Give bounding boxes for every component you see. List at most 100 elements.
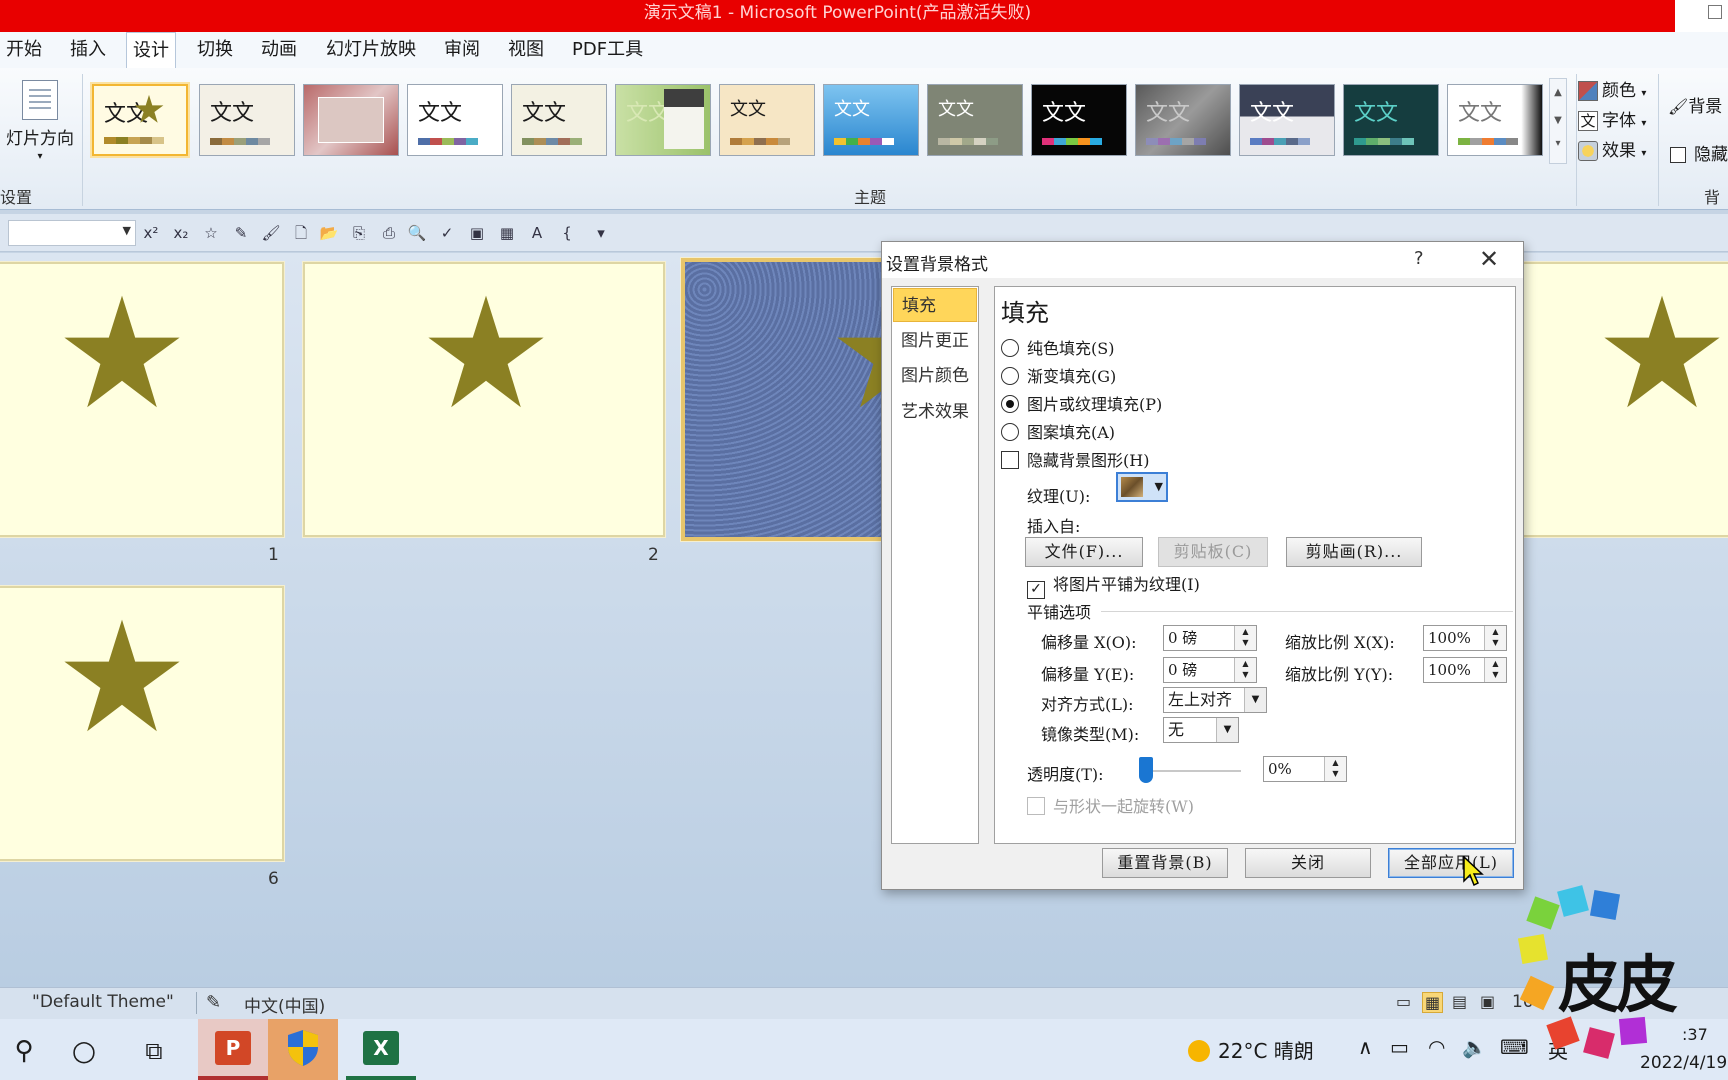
nav-picture-color[interactable]: 图片颜色 <box>893 359 977 393</box>
help-icon[interactable]: ? <box>1414 248 1424 269</box>
new-document-icon[interactable]: 🗋 <box>290 222 312 244</box>
nav-artistic-effects[interactable]: 艺术效果 <box>893 395 977 429</box>
solid-fill-option[interactable]: 纯色填充(S) <box>1001 335 1114 359</box>
tab-pdf-tools[interactable]: PDF工具 <box>566 32 649 70</box>
scale-y-stepper[interactable]: 100% ▲ ▼ <box>1423 657 1507 683</box>
picture-fill-option[interactable]: 图片或纹理填充(P) <box>1001 391 1162 415</box>
tab-animations[interactable]: 动画 <box>255 32 303 70</box>
theme-thumb-1[interactable]: 文文 <box>92 84 188 156</box>
stepper-arrows[interactable]: ▲ ▼ <box>1324 757 1346 781</box>
transparency-slider-track[interactable] <box>1143 770 1241 772</box>
slide-sorter-view-icon[interactable]: ▦ <box>1422 992 1444 1013</box>
theme-thumb-14[interactable]: 文文 <box>1447 84 1543 156</box>
hide-background-graphics-option[interactable]: 隐藏背景图形(H) <box>1001 447 1149 471</box>
stepper-arrows[interactable]: ▲ ▼ <box>1484 658 1506 682</box>
taskbar-powerpoint[interactable]: P <box>198 1019 268 1080</box>
task-view-icon[interactable]: ⧉ <box>130 1027 178 1075</box>
tab-transitions[interactable]: 切换 <box>191 32 239 70</box>
restore-icon[interactable] <box>1708 5 1722 19</box>
slide-thumbnail-6[interactable] <box>0 586 284 861</box>
transparency-slider-thumb[interactable] <box>1139 757 1153 783</box>
search-icon[interactable]: ⚲ <box>0 1027 48 1075</box>
tile-as-texture-option[interactable]: ✓ 将图片平铺为纹理(I) <box>1027 571 1200 599</box>
customize-toolbar-icon[interactable]: ▾ <box>590 222 612 244</box>
theme-thumb-2[interactable]: 文文 <box>199 84 295 156</box>
spell-check-icon[interactable]: ✓ <box>436 222 458 244</box>
cortana-icon[interactable]: ○ <box>60 1027 108 1075</box>
weather-widget[interactable]: 22°C 晴朗 <box>1188 1035 1314 1064</box>
hide-graphics-checkbox[interactable] <box>1001 451 1019 469</box>
subscript-icon[interactable]: x₂ <box>170 222 192 244</box>
gallery-more-icon[interactable]: ▾ <box>1550 135 1566 153</box>
stepper-arrows[interactable]: ▲ ▼ <box>1234 658 1256 682</box>
tab-review[interactable]: 审阅 <box>438 32 486 70</box>
format-painter-icon[interactable]: 🖌 <box>260 222 282 244</box>
volume-icon[interactable]: 🔈 <box>1462 1035 1487 1059</box>
open-folder-icon[interactable]: 📂 <box>318 222 340 244</box>
shape-star-icon[interactable]: ☆ <box>200 222 222 244</box>
background-styles-button[interactable]: 🖌背景 <box>1668 92 1722 117</box>
reset-background-button[interactable]: 重置背景(B) <box>1102 848 1228 878</box>
slide-thumbnail-2[interactable] <box>303 262 665 537</box>
transparency-stepper[interactable]: 0% ▲ ▼ <box>1263 756 1347 782</box>
wifi-icon[interactable]: ◠ <box>1428 1035 1445 1059</box>
superscript-icon[interactable]: x² <box>140 222 162 244</box>
brace-icon[interactable]: { <box>556 222 578 244</box>
taskbar-excel[interactable]: X <box>346 1019 416 1080</box>
theme-thumb-11[interactable]: 文文 <box>1135 84 1231 156</box>
font-size-combo[interactable]: ▼ <box>8 220 136 246</box>
texture-picker[interactable]: ▼ <box>1116 472 1168 502</box>
colors-button[interactable]: 颜色 ▾ <box>1578 76 1646 101</box>
textbox-icon[interactable]: A <box>526 222 548 244</box>
fonts-button[interactable]: 文字体 ▾ <box>1578 106 1646 131</box>
gallery-scroll[interactable]: ▲ ▼ ▾ <box>1549 78 1567 164</box>
reading-view-icon[interactable]: ▤ <box>1452 992 1467 1011</box>
theme-thumb-6[interactable]: 文文 <box>615 84 711 156</box>
insert-picture-icon[interactable]: ▦ <box>496 222 518 244</box>
alignment-select[interactable]: 左上对齐 ▼ <box>1163 687 1267 713</box>
theme-thumb-7[interactable]: 文文 <box>719 84 815 156</box>
theme-thumb-5[interactable]: 文文 <box>511 84 607 156</box>
proofing-icon[interactable]: ✎ <box>206 992 221 1013</box>
tab-design[interactable]: 设计 <box>126 32 176 70</box>
radio-pattern[interactable] <box>1001 423 1019 441</box>
stepper-arrows[interactable]: ▲ ▼ <box>1484 626 1506 650</box>
theme-thumb-12[interactable]: 文文 <box>1239 84 1335 156</box>
effects-button[interactable]: 效果 ▾ <box>1578 136 1646 161</box>
copy-icon[interactable]: ⎘ <box>348 222 370 244</box>
slide-thumbnail-5[interactable] <box>1522 262 1728 537</box>
theme-thumb-13[interactable]: 文文 <box>1343 84 1439 156</box>
nav-picture-corrections[interactable]: 图片更正 <box>893 324 977 358</box>
tab-home[interactable]: 开始 <box>0 32 48 70</box>
apply-to-all-button[interactable]: 全部应用(L) <box>1388 848 1514 878</box>
hide-background-graphics[interactable]: 隐藏 <box>1670 140 1728 165</box>
theme-thumb-3[interactable] <box>303 84 399 156</box>
scale-x-stepper[interactable]: 100% ▲ ▼ <box>1423 625 1507 651</box>
status-theme[interactable]: "Default Theme" <box>32 992 174 1012</box>
close-button[interactable]: 关闭 <box>1245 848 1371 878</box>
nav-fill[interactable]: 填充 <box>893 288 977 322</box>
theme-thumb-4[interactable]: 文文 <box>407 84 503 156</box>
theme-thumb-9[interactable]: 文文 <box>927 84 1023 156</box>
pattern-fill-option[interactable]: 图案填充(A) <box>1001 419 1115 443</box>
chevron-up-icon[interactable]: ∧ <box>1358 1035 1373 1059</box>
theme-thumb-8[interactable]: 文文 <box>823 84 919 156</box>
file-button[interactable]: 文件(F)... <box>1025 537 1143 567</box>
stepper-arrows[interactable]: ▲ ▼ <box>1234 626 1256 650</box>
slideshow-icon[interactable]: ▣ <box>466 222 488 244</box>
radio-picture[interactable] <box>1001 395 1019 413</box>
offset-x-stepper[interactable]: 0 磅 ▲ ▼ <box>1163 625 1257 651</box>
clipart-button[interactable]: 剪贴画(R)... <box>1286 537 1422 567</box>
normal-view-icon[interactable]: ▭ <box>1396 992 1411 1011</box>
battery-icon[interactable]: ▭ <box>1390 1035 1409 1059</box>
gradient-fill-option[interactable]: 渐变填充(G) <box>1001 363 1116 387</box>
tab-slideshow[interactable]: 幻灯片放映 <box>320 32 422 70</box>
scroll-up-icon[interactable]: ▲ <box>1550 79 1566 107</box>
clipboard-button[interactable]: 剪贴板(C) <box>1158 537 1268 567</box>
edit-icon[interactable]: ✎ <box>230 222 252 244</box>
hide-bg-checkbox[interactable] <box>1670 147 1686 163</box>
radio-gradient[interactable] <box>1001 367 1019 385</box>
theme-thumb-10[interactable]: 文文 <box>1031 84 1127 156</box>
scroll-down-icon[interactable]: ▼ <box>1550 107 1566 135</box>
offset-y-stepper[interactable]: 0 磅 ▲ ▼ <box>1163 657 1257 683</box>
